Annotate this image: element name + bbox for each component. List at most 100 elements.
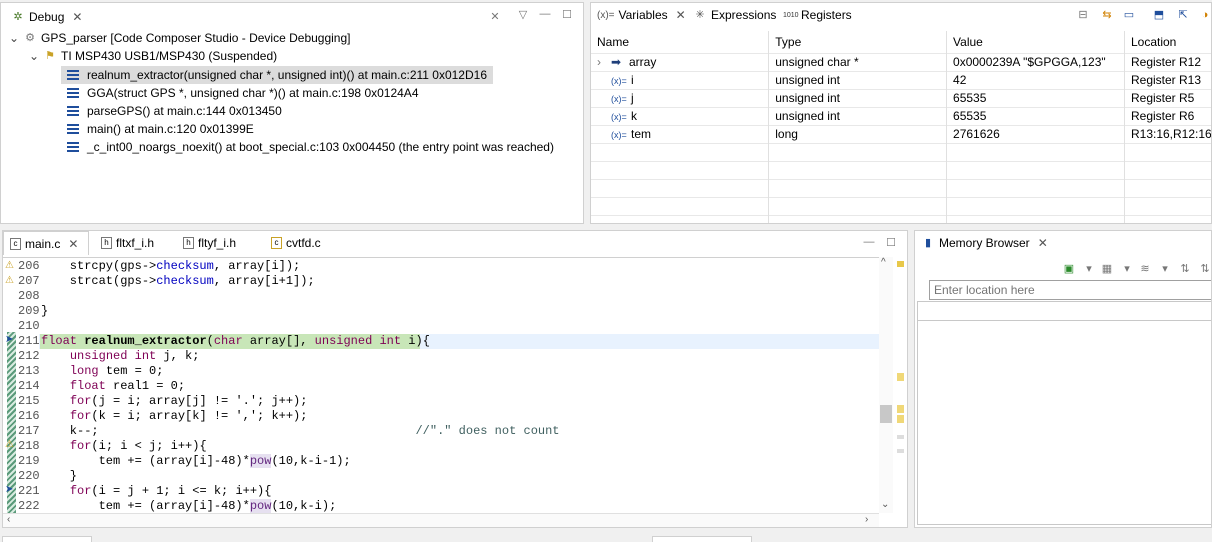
tab-fltxf[interactable]: h fltxf_i.h (95, 231, 160, 255)
tree-session[interactable]: ⌄ ⚙ GPS_parser [Code Composer Studio - D… (9, 29, 351, 47)
maximize-icon[interactable]: ☐ (559, 7, 575, 23)
table-row[interactable]: (x)= tem long 2761626 R13:16,R12:16 (591, 124, 1211, 143)
column-header[interactable]: Type (768, 31, 948, 53)
code-text: float realnum_extractor(char array[], un… (41, 334, 430, 348)
memory-location-input[interactable] (929, 280, 1211, 300)
line-number: 217 (18, 424, 40, 438)
remove-all-terminated-icon[interactable]: ✕ (487, 9, 503, 25)
scroll-up-icon[interactable]: ^ (881, 257, 886, 268)
tab-variables[interactable]: (x)= Variables ✕ (591, 3, 692, 27)
code-line[interactable]: 210 (3, 319, 883, 334)
dropdown-icon[interactable]: ▾ (1157, 261, 1173, 277)
memory-view-divider (918, 320, 1211, 321)
stack-frame[interactable]: _c_int00_noargs_noexit() at boot_special… (67, 138, 554, 156)
tab-expressions[interactable]: ✳ Expressions (687, 3, 782, 27)
more-icon[interactable]: ◑ (1197, 7, 1211, 23)
close-icon[interactable]: ✕ (676, 8, 686, 22)
tab-registers[interactable]: 1010 Registers (777, 3, 858, 27)
code-line[interactable]: 220 } (3, 469, 883, 484)
code-line[interactable]: 207 strcat(gps->checksum, array[i+1]); (3, 274, 883, 289)
var-value[interactable]: 0x0000239A "$GPGGA,123" (946, 52, 1125, 71)
annotation-marker (897, 435, 904, 439)
code-area[interactable]: ⚠ ⚠ ➤ ⚠ ➤ 206 strcpy(gps->checksum, arra… (3, 257, 879, 516)
code-line[interactable]: 209} (3, 304, 883, 319)
layout-icon[interactable]: ▭ (1121, 7, 1137, 23)
minimize-icon[interactable]: — (861, 234, 877, 250)
memory-map-icon[interactable]: ≋ (1137, 261, 1153, 277)
column-header[interactable]: Name (591, 31, 770, 53)
memory-view[interactable] (917, 301, 1211, 525)
table-row[interactable]: › ➡ array unsigned char * 0x0000239A "$GPG… (591, 52, 1211, 71)
var-value[interactable]: 2761626 (946, 124, 1125, 143)
thread-icon: ⚑ (45, 50, 55, 62)
select-columns-icon[interactable]: ⇆ (1099, 7, 1115, 23)
dropdown-icon[interactable]: ▾ (1119, 261, 1135, 277)
dropdown-icon[interactable]: ▾ (1081, 261, 1097, 277)
tab-main-c[interactable]: c main.c ✕ (3, 231, 89, 255)
code-line[interactable]: 216 for(k = i; array[k] != ','; k++); (3, 409, 883, 424)
stack-frame[interactable]: main() at main.c:120 0x01399E (67, 120, 254, 138)
memory-format-icon[interactable]: ▦ (1099, 261, 1115, 277)
pin-icon[interactable]: ⇱ (1175, 7, 1191, 23)
tree-target[interactable]: ⌄ ⚑ TI MSP430 USB1/MSP430 (Suspended) (29, 47, 277, 65)
column-header[interactable]: Value (946, 31, 1125, 53)
annotation-marker (897, 373, 904, 381)
code-line[interactable]: 219 tem += (array[i]-48)*pow(10,k-i-1); (3, 454, 883, 469)
code-line[interactable]: 222 tem += (array[i]-48)*pow(10,k-i); (3, 499, 883, 514)
close-icon[interactable]: ✕ (68, 237, 78, 251)
code-line[interactable]: 221 for(i = j + 1; i <= k; i++){ (3, 484, 883, 499)
var-value[interactable]: 42 (946, 70, 1125, 89)
code-line[interactable]: 213 long tem = 0; (3, 364, 883, 379)
stack-frame[interactable]: parseGPS() at main.c:144 0x013450 (67, 102, 282, 120)
debug-panel: ✲ Debug ✕ ✕ ▽ — ☐ ⌄ ⚙ GPS_parser [Code C… (0, 2, 584, 224)
code-line[interactable]: 208 (3, 289, 883, 304)
stack-frame[interactable]: GGA(struct GPS *, unsigned char *)() at … (67, 84, 419, 102)
bottom-tab[interactable] (652, 536, 752, 542)
code-line[interactable]: 206 strcpy(gps->checksum, array[i]); (3, 259, 883, 274)
code-text: unsigned int j, k; (69, 349, 200, 363)
code-line[interactable]: 212 unsigned int j, k; (3, 349, 883, 364)
export-icon[interactable]: ⇅ (1197, 261, 1211, 277)
stack-frame[interactable]: realnum_extractor(unsigned char *, unsig… (61, 66, 493, 84)
code-line[interactable]: 218 for(i; i < j; i++){ (3, 439, 883, 454)
table-row (591, 142, 1211, 161)
code-line[interactable]: 217 k--; //"." does not count (3, 424, 883, 439)
close-icon[interactable]: ✕ (72, 10, 82, 24)
chevron-down-icon[interactable]: ⌄ (29, 49, 43, 63)
horizontal-scrollbar[interactable]: ‹ › (3, 513, 879, 527)
tab-memory-browser[interactable]: ▮ Memory Browser ✕ (915, 231, 1054, 255)
tab-cvtfd[interactable]: c cvtfd.c (265, 231, 327, 255)
close-icon[interactable]: ✕ (1038, 236, 1048, 250)
code-line[interactable]: 214 float real1 = 0; (3, 379, 883, 394)
maximize-icon[interactable]: ☐ (883, 235, 899, 251)
view-menu-icon[interactable]: ▽ (515, 7, 531, 23)
tab-fltyf[interactable]: h fltyf_i.h (177, 231, 242, 255)
vertical-scrollbar[interactable]: ^ ⌄ (879, 257, 893, 513)
table-row[interactable]: (x)= k unsigned int 65535 Register R6 (591, 106, 1211, 125)
memory-tab-label: Memory Browser (939, 236, 1030, 250)
scroll-right-icon[interactable]: › (865, 514, 868, 525)
expand-chevron-icon[interactable]: › (597, 55, 611, 69)
import-icon[interactable]: ⇅ (1177, 261, 1193, 277)
var-value[interactable]: 65535 (946, 88, 1125, 107)
new-view-icon[interactable]: ⬒ (1151, 7, 1167, 23)
scroll-left-icon[interactable]: ‹ (7, 514, 10, 525)
code-line[interactable]: 215 for(j = i; array[j] != '.'; j++); (3, 394, 883, 409)
variable-icon: (x)= (611, 130, 627, 140)
scroll-thumb[interactable] (880, 405, 892, 423)
chip-icon[interactable]: ▣ (1061, 261, 1077, 277)
table-row[interactable]: (x)= i unsigned int 42 Register R13 (591, 70, 1211, 89)
code-text: tem += (array[i]-48)*pow(10,k-i-1); (41, 454, 351, 468)
collapse-all-icon[interactable]: ⊟ (1075, 7, 1091, 23)
table-row[interactable]: (x)= j unsigned int 65535 Register R5 (591, 88, 1211, 107)
minimize-icon[interactable]: — (537, 6, 553, 22)
code-line[interactable]: 211float realnum_extractor(char array[],… (3, 334, 883, 349)
var-value[interactable]: 65535 (946, 106, 1125, 125)
column-header[interactable]: Location (1124, 31, 1211, 53)
bottom-tab[interactable] (2, 536, 92, 542)
scroll-down-icon[interactable]: ⌄ (881, 499, 889, 510)
stack-frame-icon (67, 70, 79, 80)
chevron-down-icon[interactable]: ⌄ (9, 31, 23, 45)
tab-debug[interactable]: ✲ Debug ✕ (5, 5, 88, 29)
debug-tab-label: Debug (29, 10, 65, 24)
